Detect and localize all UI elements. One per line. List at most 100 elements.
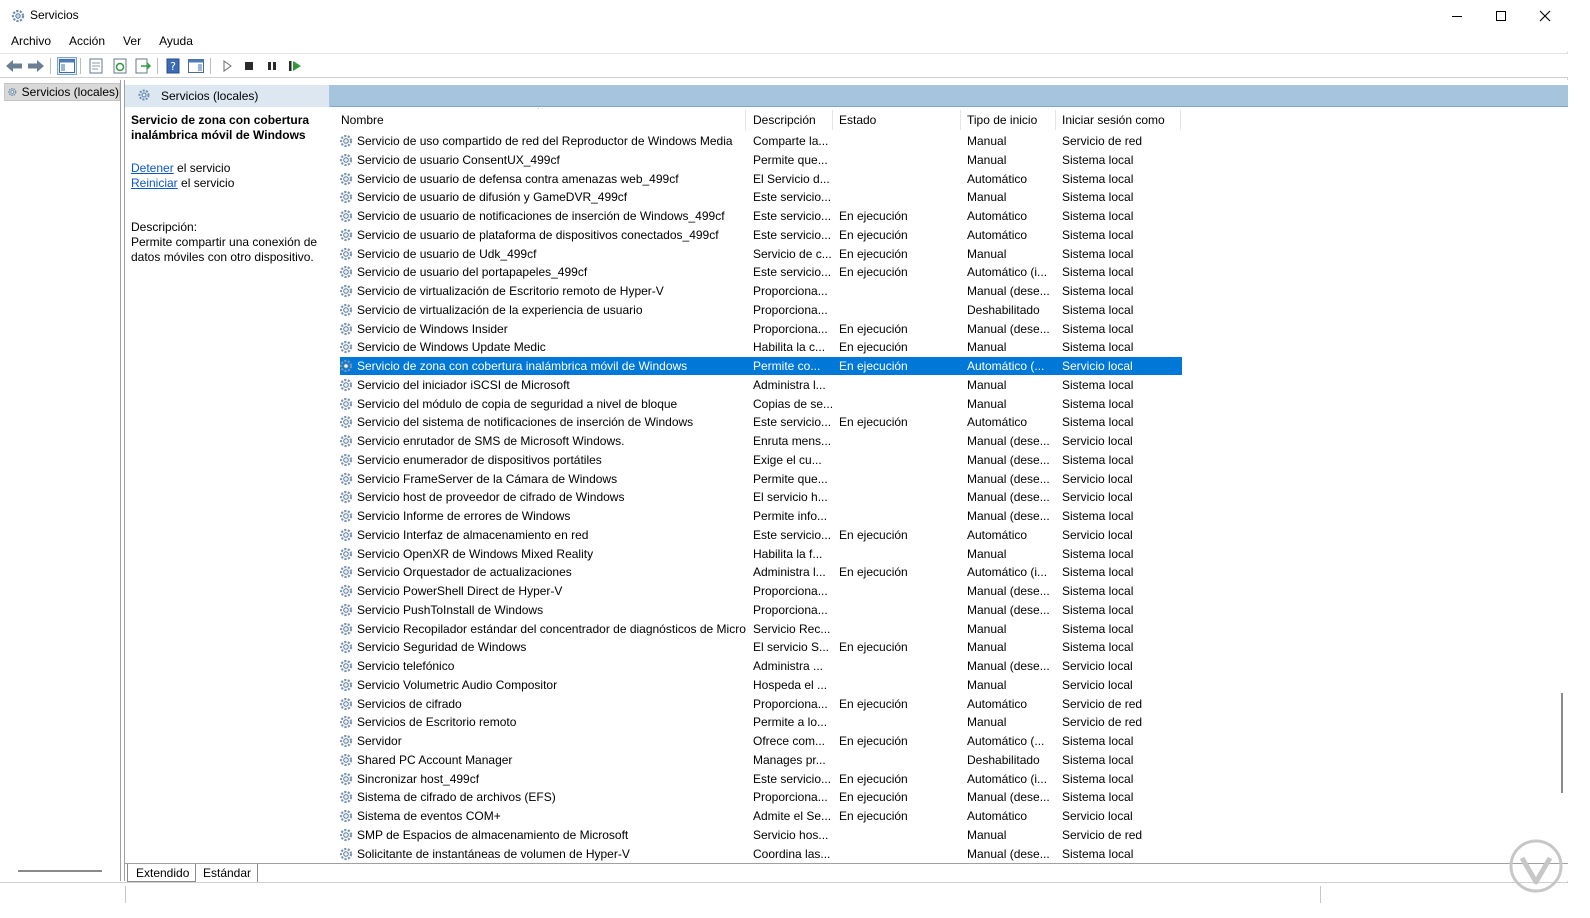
menu-accion[interactable]: Acción bbox=[58, 32, 112, 52]
show-hide-console-tree-button[interactable] bbox=[57, 57, 77, 75]
cell-description: El Servicio d... bbox=[753, 171, 830, 186]
cell-state: En ejecución bbox=[839, 565, 908, 580]
cell-state: En ejecución bbox=[839, 415, 908, 430]
services-pane: Servicios (locales) Servicio de zona con… bbox=[124, 80, 1569, 882]
column-header-name[interactable]: Nombre ^ bbox=[340, 108, 746, 132]
table-row-selected[interactable]: Servicio de zona con cobertura inalámbri… bbox=[340, 357, 1182, 375]
service-gear-icon bbox=[340, 621, 354, 637]
table-row[interactable]: Servicio enumerador de dispositivos port… bbox=[340, 451, 1182, 469]
service-gear-icon bbox=[340, 583, 354, 599]
table-row[interactable]: Servicio de usuario del portapapeles_499… bbox=[340, 263, 1182, 281]
cell-description: Administra ... bbox=[753, 659, 824, 673]
column-header-state[interactable]: Estado bbox=[833, 108, 961, 132]
export-list-button[interactable] bbox=[133, 57, 153, 75]
cell-name: Servicio telefónico bbox=[357, 659, 455, 673]
table-row[interactable]: Servicios de cifrado Proporciona... En eje… bbox=[340, 695, 1182, 713]
table-row[interactable]: Servicio telefónico Administra ... Manual … bbox=[340, 657, 1182, 675]
close-button[interactable] bbox=[1522, 0, 1568, 32]
service-gear-icon bbox=[340, 508, 354, 524]
pause-service-button[interactable] bbox=[262, 57, 282, 75]
table-row[interactable]: Servicio del sistema de notificaciones d… bbox=[340, 413, 1182, 431]
cell-description: Este servicio... bbox=[753, 227, 832, 242]
column-header-startup[interactable]: Tipo de inicio bbox=[961, 108, 1056, 132]
table-row[interactable]: Sistema de eventos COM+ Admite el Se... En… bbox=[340, 807, 1182, 825]
column-header-logon[interactable]: Iniciar sesión como bbox=[1056, 108, 1181, 132]
table-row[interactable]: Servicio Interfaz de almacenamiento en r… bbox=[340, 526, 1182, 544]
cell-description: Administra l... bbox=[753, 377, 826, 392]
table-row[interactable]: Servicio PowerShell Direct de Hyper-V Pro… bbox=[340, 582, 1182, 600]
tab-extendido[interactable]: Extendido bbox=[127, 864, 197, 882]
menu-ayuda[interactable]: Ayuda bbox=[148, 32, 200, 52]
help-icon: ? bbox=[166, 58, 180, 74]
table-row[interactable]: Servidor Ofrece com... En ejecución Automát… bbox=[340, 732, 1182, 750]
pause-icon bbox=[268, 62, 276, 70]
table-row[interactable]: Servicio del módulo de copia de segurida… bbox=[340, 395, 1182, 413]
table-row[interactable]: Servicio de Windows Insider Proporciona..… bbox=[340, 320, 1182, 338]
table-row[interactable]: Servicio de usuario de plataforma de dis… bbox=[340, 226, 1182, 244]
table-row[interactable]: Servicio de usuario ConsentUX_499cf Permi… bbox=[340, 151, 1182, 169]
refresh-button[interactable] bbox=[110, 57, 130, 75]
table-row[interactable]: Servicio del iniciador iSCSI de Microsof… bbox=[340, 376, 1182, 394]
table-row[interactable]: Servicio de usuario de difusión y GameDV… bbox=[340, 188, 1182, 206]
menu-ver[interactable]: Ver bbox=[112, 32, 148, 52]
cell-name: Servicio de Windows Insider bbox=[357, 321, 508, 336]
cell-description: Habilita la f... bbox=[753, 546, 823, 561]
forward-button[interactable] bbox=[26, 57, 46, 75]
table-row[interactable]: Servicio FrameServer de la Cámara de Win… bbox=[340, 470, 1182, 488]
cell-name: Servicio Informe de errores de Windows bbox=[357, 509, 571, 523]
tree-item-services-local[interactable]: Servicios (locales) bbox=[4, 83, 120, 101]
restart-service-link[interactable]: Reiniciar bbox=[131, 176, 178, 190]
help-button[interactable]: ? bbox=[163, 57, 183, 75]
cell-startup-type: Automático bbox=[967, 227, 1028, 242]
table-row[interactable]: Sistema de cifrado de archivos (EFS) Prop… bbox=[340, 788, 1182, 806]
cell-name: Servicio de usuario de plataforma de dis… bbox=[357, 227, 719, 242]
start-service-button[interactable] bbox=[217, 57, 237, 75]
service-gear-icon bbox=[340, 133, 354, 149]
service-gear-icon bbox=[340, 471, 354, 487]
vertical-scroll-thumb[interactable] bbox=[1561, 693, 1563, 793]
properties-button[interactable] bbox=[86, 57, 106, 75]
cell-logon-as: Sistema local bbox=[1062, 790, 1134, 805]
table-row[interactable]: Servicio de usuario de notificaciones de… bbox=[340, 207, 1182, 225]
restart-service-button[interactable] bbox=[285, 57, 305, 75]
table-row[interactable]: Servicio PushToInstall de Windows Proporc… bbox=[340, 601, 1182, 619]
stop-service-button[interactable] bbox=[239, 57, 259, 75]
cell-startup-type: Manual bbox=[967, 377, 1007, 392]
cell-state: En ejecución bbox=[839, 227, 908, 242]
services-gear-icon bbox=[8, 87, 17, 97]
tab-estandar[interactable]: Estándar bbox=[195, 864, 259, 882]
cell-logon-as: Sistema local bbox=[1062, 752, 1134, 767]
table-row[interactable]: Servicio Volumetric Audio Compositor Hosp… bbox=[340, 676, 1182, 694]
table-row[interactable]: Servicios de Escritorio remoto Permite a … bbox=[340, 713, 1182, 731]
table-row[interactable]: Servicio host de proveedor de cifrado de… bbox=[340, 488, 1182, 506]
watermark-logo bbox=[1509, 839, 1563, 893]
stop-service-link[interactable]: Detener bbox=[131, 161, 174, 175]
table-row[interactable]: SMP de Espacios de almacenamiento de Mic… bbox=[340, 826, 1182, 844]
table-row[interactable]: Servicio de Windows Update Medic Habilita… bbox=[340, 338, 1182, 356]
back-button[interactable] bbox=[4, 57, 24, 75]
vertical-scrollbar[interactable] bbox=[1555, 108, 1569, 863]
table-row[interactable]: Servicio OpenXR de Windows Mixed Reality… bbox=[340, 545, 1182, 563]
table-row[interactable]: Servicio Orquestador de actualizaciones A… bbox=[340, 563, 1182, 581]
tree-horizontal-scrollbar[interactable] bbox=[18, 870, 102, 872]
table-row[interactable]: Servicio de virtualización de Escritorio… bbox=[340, 282, 1182, 300]
table-row[interactable]: Sincronizar host_499cf Este servicio... En… bbox=[340, 770, 1182, 788]
table-row[interactable]: Servicio Informe de errores de Windows Pe… bbox=[340, 507, 1182, 525]
table-row[interactable]: Servicio Recopilador estándar del concen… bbox=[340, 620, 1182, 638]
table-row[interactable]: Servicio de virtualización de la experie… bbox=[340, 301, 1182, 319]
show-action-pane-button[interactable] bbox=[186, 57, 206, 75]
table-row[interactable]: Servicio enrutador de SMS de Microsoft W… bbox=[340, 432, 1182, 450]
table-row[interactable]: Servicio de uso compartido de red del Re… bbox=[340, 132, 1182, 150]
table-row[interactable]: Solicitante de instantáneas de volumen d… bbox=[340, 845, 1182, 863]
table-row[interactable]: Servicio de usuario de defensa contra am… bbox=[340, 170, 1182, 188]
service-gear-icon bbox=[340, 789, 354, 805]
maximize-button[interactable] bbox=[1478, 0, 1524, 32]
sort-ascending-icon: ^ bbox=[538, 108, 543, 115]
minimize-button[interactable] bbox=[1434, 0, 1480, 32]
table-row[interactable]: Servicio Seguridad de Windows El servicio… bbox=[340, 638, 1182, 656]
menu-archivo[interactable]: Archivo bbox=[0, 32, 58, 52]
table-row[interactable]: Shared PC Account Manager Manages pr... De… bbox=[340, 751, 1182, 769]
column-header-description[interactable]: Descripción bbox=[746, 108, 833, 132]
service-gear-icon bbox=[340, 414, 354, 430]
table-row[interactable]: Servicio de usuario de Udk_499cf Servicio… bbox=[340, 245, 1182, 263]
